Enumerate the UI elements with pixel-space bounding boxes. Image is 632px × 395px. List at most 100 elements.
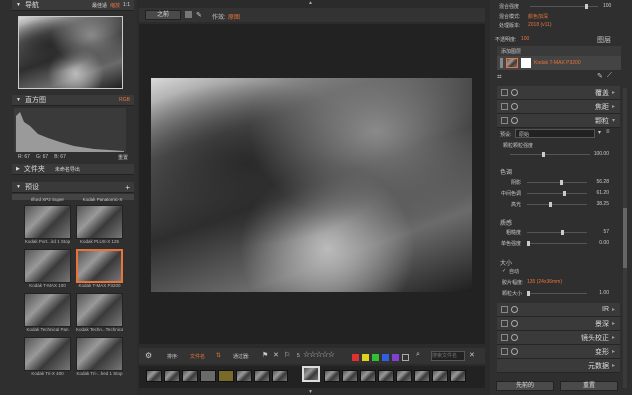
reset-icon[interactable] [511, 334, 518, 341]
reset-icon[interactable] [511, 306, 518, 313]
layer-handle-icon[interactable] [500, 58, 503, 68]
presets-header[interactable]: ▼ 预设 + [12, 182, 134, 193]
filmstrip-thumb[interactable] [200, 370, 216, 382]
slider-knob[interactable] [585, 4, 588, 9]
grain-size-value[interactable]: 1.00 [589, 290, 609, 296]
star-rating-icon[interactable]: ☆☆☆☆☆ [303, 350, 335, 359]
no-label-icon[interactable] [402, 354, 409, 361]
filmstrip-thumb[interactable] [272, 370, 288, 382]
preset-options-icon[interactable]: ≡ [606, 129, 610, 135]
add-preset-icon[interactable]: + [125, 183, 130, 192]
filmstrip-thumb[interactable] [182, 370, 198, 382]
layer-name[interactable]: Kodak T-MAX P3200 [534, 60, 581, 66]
histogram-mode[interactable]: RGB [119, 97, 130, 103]
toggle-icon[interactable] [501, 103, 508, 110]
settings-gear-icon[interactable]: ⚙ [145, 351, 152, 360]
filmstrip-thumb[interactable] [396, 370, 412, 382]
mid-value[interactable]: 61.20 [589, 190, 609, 196]
preset-item[interactable]: Kodak Technical Pan [24, 293, 71, 335]
chevron-icon[interactable]: ▸ [612, 89, 620, 96]
mono-value[interactable]: 0.00 [589, 240, 609, 246]
reject-icon[interactable]: ✕ [273, 351, 279, 359]
slider-knob[interactable] [527, 241, 530, 246]
preset-item[interactable]: Kodak Techn...Technical [76, 293, 123, 335]
toggle-icon[interactable] [501, 306, 508, 313]
opacity-value[interactable]: 100 [603, 3, 611, 9]
filmstrip-thumb[interactable] [324, 370, 340, 382]
filmstrip-thumb[interactable] [218, 370, 234, 382]
process-dropdown[interactable]: 2018 (v11) [528, 22, 552, 28]
opaque-value[interactable]: 100 [521, 36, 529, 42]
film-dropdown[interactable]: 135 (24x36mm) [527, 279, 562, 285]
unflag-icon[interactable]: ⚐ [284, 351, 290, 359]
filmstrip-thumb[interactable] [360, 370, 376, 382]
toggle-icon[interactable] [501, 334, 508, 341]
toggle-icon[interactable] [501, 117, 508, 124]
filmstrip-thumb[interactable] [236, 370, 252, 382]
histogram-header[interactable]: ▼ 直方图 RGB [12, 95, 134, 106]
green-label-icon[interactable] [372, 354, 379, 361]
layer-row[interactable]: Kodak T-MAX P3200 [497, 56, 621, 70]
overall-value[interactable]: 100.00 [589, 151, 609, 157]
collapse-bottom-icon[interactable]: ▼ [308, 389, 313, 395]
section-meta[interactable]: 元数据 ▸ [497, 359, 620, 373]
section-light[interactable]: 景深 ▸ [497, 317, 620, 331]
add-layer-button[interactable]: 添加图层 [497, 46, 621, 56]
crop-icon[interactable]: ⌗ [497, 72, 502, 82]
filmstrip-thumb[interactable] [378, 370, 394, 382]
grain-size-slider[interactable] [527, 291, 587, 296]
reset-icon[interactable] [511, 320, 518, 327]
high-value[interactable]: 38.25 [589, 201, 609, 207]
toggle-icon[interactable] [501, 348, 508, 355]
sort-order-icon[interactable]: ⇅ [216, 352, 221, 359]
layer-mask-icon[interactable] [521, 58, 531, 68]
flag-icon[interactable]: ⚑ [262, 351, 268, 359]
preset-item[interactable]: Kodak Tri-...hed 1 Stop [76, 337, 123, 379]
red-label-icon[interactable] [352, 354, 359, 361]
section-ir[interactable]: IR ▸ [497, 303, 620, 317]
navigator-thumbnail[interactable] [18, 16, 123, 89]
chevron-icon[interactable]: ▸ [612, 362, 620, 369]
folder-header[interactable]: ▶ 文件夹 未命名导出 [12, 164, 134, 175]
slider-knob[interactable] [527, 291, 530, 296]
chevron-icon[interactable]: ▸ [612, 320, 620, 327]
brush-tool-icon[interactable]: ✎ [597, 72, 603, 80]
expand-icon[interactable]: ▶ [16, 166, 20, 172]
preset-item-selected[interactable]: Kodak T-MAX P3200 [76, 249, 123, 291]
reset-icon[interactable] [511, 117, 518, 124]
section-lens[interactable]: 镜头校正 ▸ [497, 331, 620, 345]
navigator-header[interactable]: ▼ 导航 最佳适 缩放 1:1 [12, 0, 134, 11]
histogram-reset[interactable]: 重置 [118, 154, 128, 161]
nav-opt-zoom[interactable]: 缩放 [110, 2, 120, 9]
previous-button[interactable]: 先前的 [496, 381, 554, 391]
slider-knob[interactable] [560, 180, 563, 185]
brush-icon[interactable]: ✎ [196, 11, 202, 19]
filmstrip-thumb[interactable] [432, 370, 448, 382]
preset-item[interactable]: Kodak T-MAX 100 [24, 249, 71, 291]
filmstrip-thumb[interactable] [254, 370, 270, 382]
close-icon[interactable]: ✕ [469, 351, 475, 359]
section-crop[interactable]: 焦距 ▸ [497, 100, 620, 114]
search-input[interactable] [431, 351, 465, 361]
toggle-icon[interactable] [501, 89, 508, 96]
reset-button[interactable]: 重置 [560, 381, 618, 391]
mid-slider[interactable] [527, 191, 587, 196]
slider-knob[interactable] [563, 191, 566, 196]
filmstrip-thumb[interactable] [164, 370, 180, 382]
preset-item[interactable]: Kodak PLUS-X 125 [76, 205, 123, 247]
mono-slider[interactable] [527, 241, 587, 246]
filmstrip-thumb[interactable] [146, 370, 162, 382]
chevron-icon[interactable]: ▸ [612, 103, 620, 110]
blend-dropdown[interactable]: 颜色加深 [528, 13, 548, 20]
preset-item[interactable]: Kodak Tri-X 400 [24, 337, 71, 379]
rough-slider[interactable] [527, 230, 587, 235]
reset-icon[interactable] [511, 103, 518, 110]
chevron-icon[interactable]: ▾ [612, 117, 620, 124]
shadow-value[interactable]: 56.28 [589, 179, 609, 185]
section-overlay[interactable]: 覆盖 ▸ [497, 86, 620, 100]
preset-menu-icon[interactable]: ▾ [598, 129, 601, 136]
filmstrip-thumb[interactable] [450, 370, 466, 382]
main-photo[interactable] [151, 78, 472, 292]
blue-label-icon[interactable] [382, 354, 389, 361]
filmstrip-thumb[interactable] [342, 370, 358, 382]
